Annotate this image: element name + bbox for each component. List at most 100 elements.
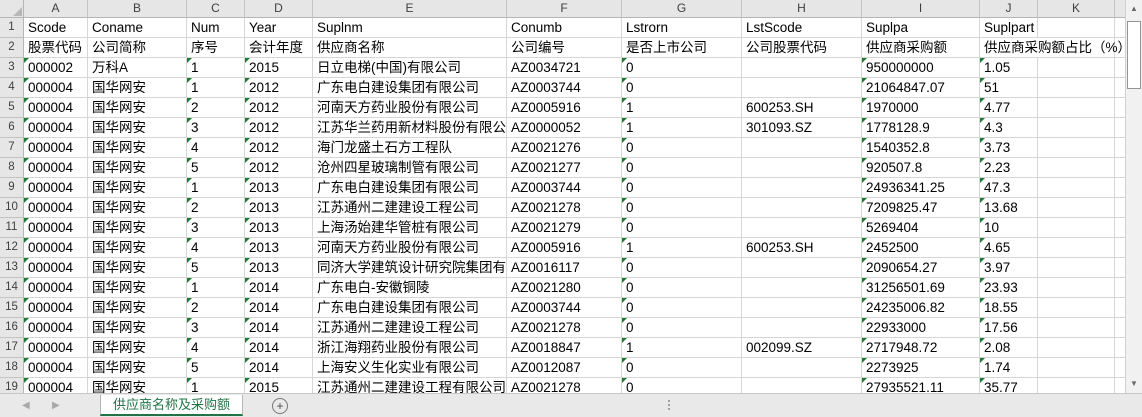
cell-A3[interactable]: 000002 [24, 58, 88, 78]
column-header-D[interactable]: D [245, 0, 313, 18]
column-header-E[interactable]: E [313, 0, 507, 18]
cell-F7[interactable]: AZ0021276 [507, 138, 622, 158]
cell-B6[interactable]: 国华网安 [88, 118, 187, 138]
cell-A18[interactable]: 000004 [24, 358, 88, 378]
cell-J19[interactable]: 35.77 [980, 378, 1038, 393]
cell-E12[interactable]: 河南天方药业股份有限公司 [313, 238, 507, 258]
cell-F11[interactable]: AZ0021279 [507, 218, 622, 238]
cell-I6[interactable]: 1778128.9 [862, 118, 980, 138]
cell-F4[interactable]: AZ0003744 [507, 78, 622, 98]
cell-B17[interactable]: 国华网安 [88, 338, 187, 358]
cell-B10[interactable]: 国华网安 [88, 198, 187, 218]
cell-K3[interactable] [1038, 58, 1115, 78]
cell-D15[interactable]: 2014 [245, 298, 313, 318]
cell-I4[interactable]: 21064847.07 [862, 78, 980, 98]
cell-G16[interactable]: 0 [622, 318, 742, 338]
cell-I14[interactable]: 31256501.69 [862, 278, 980, 298]
cell-D8[interactable]: 2012 [245, 158, 313, 178]
cell-G14[interactable]: 0 [622, 278, 742, 298]
cell-G9[interactable]: 0 [622, 178, 742, 198]
cell-J6[interactable]: 4.3 [980, 118, 1038, 138]
cell-H8[interactable] [742, 158, 862, 178]
cell-J15[interactable]: 18.55 [980, 298, 1038, 318]
cell-D6[interactable]: 2012 [245, 118, 313, 138]
column-header-H[interactable]: H [742, 0, 862, 18]
cell-H12[interactable]: 600253.SH [742, 238, 862, 258]
row-header-17[interactable]: 17 [0, 338, 24, 358]
column-header-I[interactable]: I [862, 0, 980, 18]
cell-J10[interactable]: 13.68 [980, 198, 1038, 218]
cell-C11[interactable]: 3 [187, 218, 245, 238]
cell-H15[interactable] [742, 298, 862, 318]
cell-E10[interactable]: 江苏通州二建建设工程公司 [313, 198, 507, 218]
cell-J12[interactable]: 4.65 [980, 238, 1038, 258]
cell-B15[interactable]: 国华网安 [88, 298, 187, 318]
cell-I3[interactable]: 950000000 [862, 58, 980, 78]
cell-E2[interactable]: 供应商名称 [313, 38, 507, 58]
row-header-12[interactable]: 12 [0, 238, 24, 258]
cell-H6[interactable]: 301093.SZ [742, 118, 862, 138]
cell-J1[interactable]: Suplpart [980, 18, 1038, 38]
vertical-scrollbar[interactable]: ▲ ▼ [1125, 0, 1142, 393]
cell-D1[interactable]: Year [245, 18, 313, 38]
cell-K16[interactable] [1038, 318, 1115, 338]
cell-I1[interactable]: Suplpa [862, 18, 980, 38]
sheet-nav-left-icon[interactable]: ◀ [22, 399, 30, 413]
cell-I5[interactable]: 1970000 [862, 98, 980, 118]
cell-C5[interactable]: 2 [187, 98, 245, 118]
cell-B3[interactable]: 万科A [88, 58, 187, 78]
column-header-B[interactable]: B [88, 0, 187, 18]
cell-K7[interactable] [1038, 138, 1115, 158]
cell-E5[interactable]: 河南天方药业股份有限公司 [313, 98, 507, 118]
cell-F19[interactable]: AZ0021278 [507, 378, 622, 393]
cell-E11[interactable]: 上海汤始建华管桩有限公司 [313, 218, 507, 238]
cell-H5[interactable]: 600253.SH [742, 98, 862, 118]
cell-I12[interactable]: 2452500 [862, 238, 980, 258]
column-header-C[interactable]: C [187, 0, 245, 18]
cell-H2[interactable]: 公司股票代码 [742, 38, 862, 58]
cell-G6[interactable]: 1 [622, 118, 742, 138]
cell-D10[interactable]: 2013 [245, 198, 313, 218]
cell-E17[interactable]: 浙江海翔药业股份有限公司 [313, 338, 507, 358]
cell-F3[interactable]: AZ0034721 [507, 58, 622, 78]
cell-F12[interactable]: AZ0005916 [507, 238, 622, 258]
cell-C2[interactable]: 序号 [187, 38, 245, 58]
cell-D3[interactable]: 2015 [245, 58, 313, 78]
cell-A5[interactable]: 000004 [24, 98, 88, 118]
cell-A17[interactable]: 000004 [24, 338, 88, 358]
row-header-1[interactable]: 1 [0, 18, 24, 38]
row-header-16[interactable]: 16 [0, 318, 24, 338]
cell-G2[interactable]: 是否上市公司 [622, 38, 742, 58]
cell-J5[interactable]: 4.77 [980, 98, 1038, 118]
cell-K1[interactable] [1038, 18, 1115, 38]
cell-C12[interactable]: 4 [187, 238, 245, 258]
cell-D14[interactable]: 2014 [245, 278, 313, 298]
cell-I15[interactable]: 24235006.82 [862, 298, 980, 318]
cell-G15[interactable]: 0 [622, 298, 742, 318]
cell-A2[interactable]: 股票代码 [24, 38, 88, 58]
cell-C19[interactable]: 1 [187, 378, 245, 393]
cell-G5[interactable]: 1 [622, 98, 742, 118]
cell-F16[interactable]: AZ0021278 [507, 318, 622, 338]
cell-J4[interactable]: 51 [980, 78, 1038, 98]
cell-B9[interactable]: 国华网安 [88, 178, 187, 198]
cell-G13[interactable]: 0 [622, 258, 742, 278]
cell-G17[interactable]: 1 [622, 338, 742, 358]
cell-I7[interactable]: 1540352.8 [862, 138, 980, 158]
cell-A19[interactable]: 000004 [24, 378, 88, 393]
cell-A13[interactable]: 000004 [24, 258, 88, 278]
cell-C8[interactable]: 5 [187, 158, 245, 178]
cell-G8[interactable]: 0 [622, 158, 742, 178]
cell-J16[interactable]: 17.56 [980, 318, 1038, 338]
cell-C10[interactable]: 2 [187, 198, 245, 218]
cell-B7[interactable]: 国华网安 [88, 138, 187, 158]
cell-A11[interactable]: 000004 [24, 218, 88, 238]
cell-F5[interactable]: AZ0005916 [507, 98, 622, 118]
cell-I18[interactable]: 2273925 [862, 358, 980, 378]
cell-E6[interactable]: 江苏华兰药用新材料股份有限公司 [313, 118, 507, 138]
cell-K14[interactable] [1038, 278, 1115, 298]
row-header-19[interactable]: 19 [0, 378, 24, 393]
cell-D17[interactable]: 2014 [245, 338, 313, 358]
cell-J2[interactable]: 供应商采购额占比（%） [980, 38, 1125, 58]
cell-J13[interactable]: 3.97 [980, 258, 1038, 278]
